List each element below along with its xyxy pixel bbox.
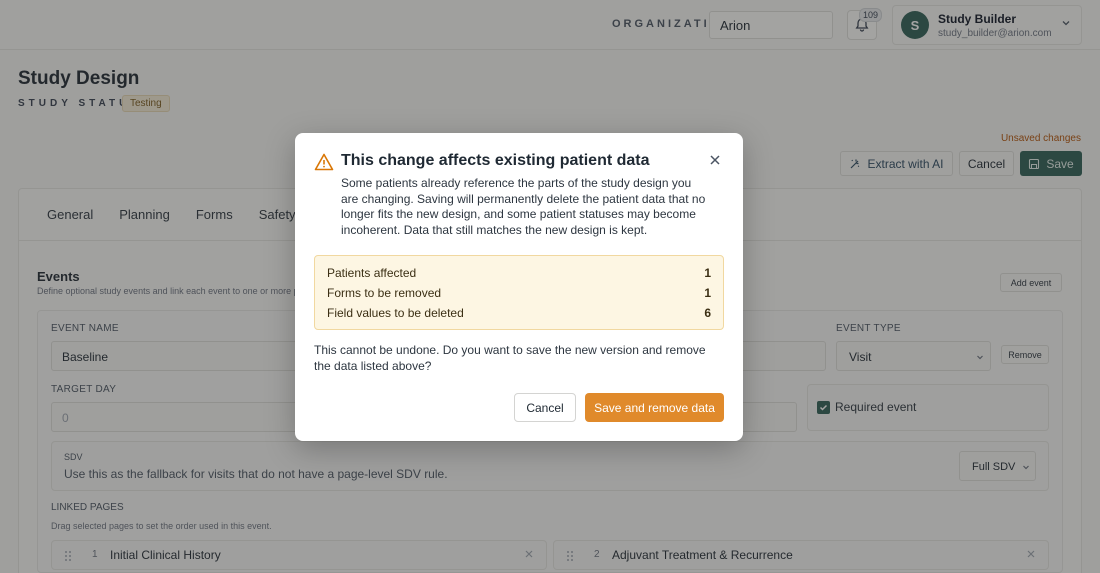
dialog-cancel-button[interactable]: Cancel — [514, 393, 576, 422]
dialog-question: This cannot be undone. Do you want to sa… — [314, 343, 706, 373]
save-and-remove-data-button[interactable]: Save and remove data — [585, 393, 724, 422]
impact-value: 1 — [704, 286, 711, 300]
impact-row: Field values to be deleted 6 — [327, 304, 711, 324]
confirmation-dialog: This change affects existing patient dat… — [295, 133, 743, 441]
impact-row: Patients affected 1 — [327, 264, 711, 284]
impact-row: Forms to be removed 1 — [327, 284, 711, 304]
dialog-title: This change affects existing patient dat… — [341, 152, 650, 169]
impact-label: Forms to be removed — [327, 286, 442, 300]
warning-icon — [314, 153, 334, 171]
impact-value: 1 — [704, 266, 711, 280]
impact-summary: Patients affected 1 Forms to be removed … — [314, 255, 724, 330]
impact-label: Field values to be deleted — [327, 306, 464, 320]
impact-label: Patients affected — [327, 266, 417, 280]
impact-value: 6 — [704, 306, 711, 320]
dialog-body: Some patients already reference the part… — [341, 176, 706, 237]
close-icon[interactable] — [708, 153, 722, 167]
